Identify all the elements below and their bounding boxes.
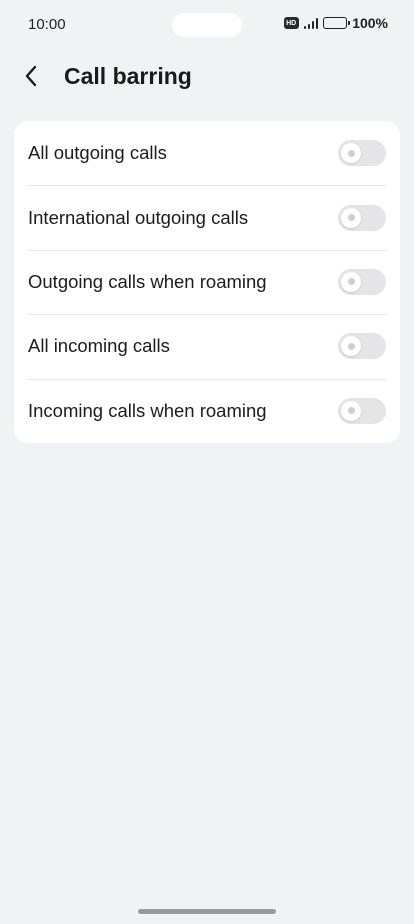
status-time: 10:00 (28, 16, 66, 33)
hd-icon: HD (283, 17, 299, 29)
setting-row-incoming-calls-roaming[interactable]: Incoming calls when roaming (14, 378, 400, 443)
battery-percent: 100% (352, 15, 388, 31)
setting-label: International outgoing calls (28, 206, 249, 228)
setting-label: All outgoing calls (28, 142, 167, 164)
camera-cutout (172, 13, 242, 37)
toggle-knob (341, 400, 361, 421)
toggle-knob (341, 143, 361, 164)
signal-icon (303, 17, 319, 29)
setting-label: Incoming calls when roaming (28, 399, 267, 421)
battery-icon (323, 17, 351, 29)
setting-row-all-outgoing-calls[interactable]: All outgoing calls (14, 121, 400, 185)
header: Call barring (0, 56, 414, 96)
setting-row-outgoing-calls-roaming[interactable]: Outgoing calls when roaming (14, 249, 400, 314)
status-icons: HD 100% (283, 15, 388, 31)
call-barring-list: All outgoing calls International outgoin… (14, 121, 400, 443)
page-title: Call barring (64, 62, 192, 89)
toggle-switch[interactable] (338, 333, 386, 360)
toggle-switch[interactable] (338, 268, 386, 295)
back-button[interactable] (24, 56, 64, 96)
toggle-knob (341, 271, 361, 292)
setting-label: Outgoing calls when roaming (28, 270, 267, 292)
phone-screen: 10:00 HD 100% Call barring All outgoing … (0, 0, 414, 924)
toggle-switch[interactable] (338, 397, 386, 424)
toggle-switch[interactable] (338, 140, 386, 167)
setting-row-all-incoming-calls[interactable]: All incoming calls (14, 314, 400, 378)
setting-row-international-outgoing-calls[interactable]: International outgoing calls (14, 185, 400, 249)
status-bar: 10:00 HD 100% (0, 0, 414, 48)
toggle-knob (341, 207, 361, 228)
setting-label: All incoming calls (28, 335, 170, 357)
home-indicator[interactable] (138, 909, 276, 914)
toggle-knob (341, 336, 361, 357)
toggle-switch[interactable] (338, 204, 386, 231)
chevron-left-icon (25, 65, 37, 87)
